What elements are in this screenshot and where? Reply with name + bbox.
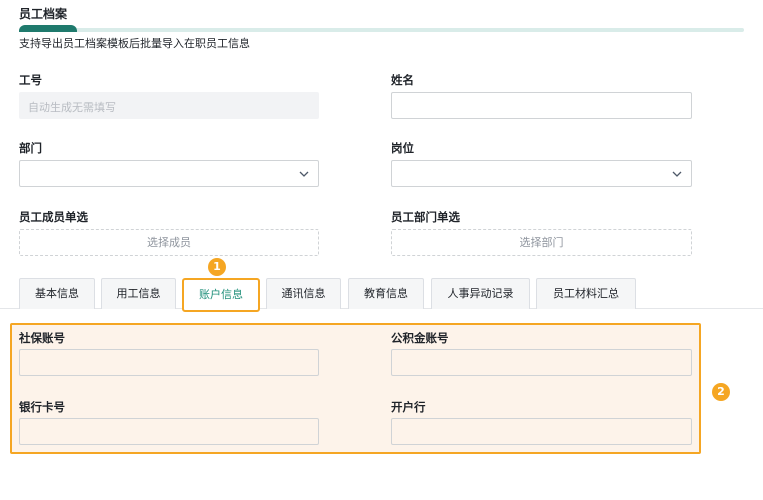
position-label: 岗位 (391, 141, 414, 155)
bank-input[interactable] (391, 418, 692, 445)
bank-card-input[interactable] (19, 418, 319, 445)
chevron-down-icon (672, 171, 682, 177)
department-label: 部门 (19, 141, 42, 155)
bank-card-label: 银行卡号 (19, 400, 65, 414)
tab-employee-materials[interactable]: 员工材料汇总 (536, 278, 636, 309)
chevron-down-icon (299, 171, 309, 177)
housing-fund-label: 公积金账号 (391, 331, 449, 345)
select-department-text: 选择部门 (519, 236, 564, 249)
social-security-input[interactable] (19, 349, 319, 376)
tab-employment-info[interactable]: 用工信息 (101, 278, 176, 309)
tab-personnel-changes[interactable]: 人事异动记录 (431, 278, 530, 309)
tab-basic-info[interactable]: 基本信息 (19, 278, 95, 309)
employee-id-placeholder: 自动生成无需填写 (28, 101, 116, 114)
name-input[interactable] (391, 92, 692, 119)
employee-id-field: 自动生成无需填写 (19, 92, 319, 119)
member-select-label: 员工成员单选 (19, 210, 88, 224)
employee-id-label: 工号 (19, 73, 42, 87)
tab-education-info[interactable]: 教育信息 (348, 278, 424, 309)
position-select[interactable] (391, 160, 692, 187)
progress-track (19, 28, 744, 32)
bank-label: 开户行 (391, 400, 426, 414)
annotation-badge-1: 1 (208, 258, 226, 276)
housing-fund-input[interactable] (391, 349, 692, 376)
page-title: 员工档案 (19, 7, 68, 21)
page-description: 支持导出员工档案模板后批量导入在职员工信息 (19, 37, 250, 50)
account-info-panel: 社保账号 公积金账号 银行卡号 开户行 (10, 323, 701, 454)
department-select[interactable] (19, 160, 319, 187)
name-label: 姓名 (391, 73, 414, 87)
select-member-button[interactable]: 选择成员 (19, 229, 319, 256)
select-department-button[interactable]: 选择部门 (391, 229, 692, 256)
tab-contact-info[interactable]: 通讯信息 (266, 278, 341, 309)
progress-fill (19, 25, 77, 32)
dept-select-label: 员工部门单选 (391, 210, 460, 224)
tab-account-info[interactable]: 账户信息 (182, 278, 260, 312)
annotation-badge-2: 2 (712, 383, 730, 401)
select-member-text: 选择成员 (147, 236, 191, 249)
social-security-label: 社保账号 (19, 331, 65, 345)
